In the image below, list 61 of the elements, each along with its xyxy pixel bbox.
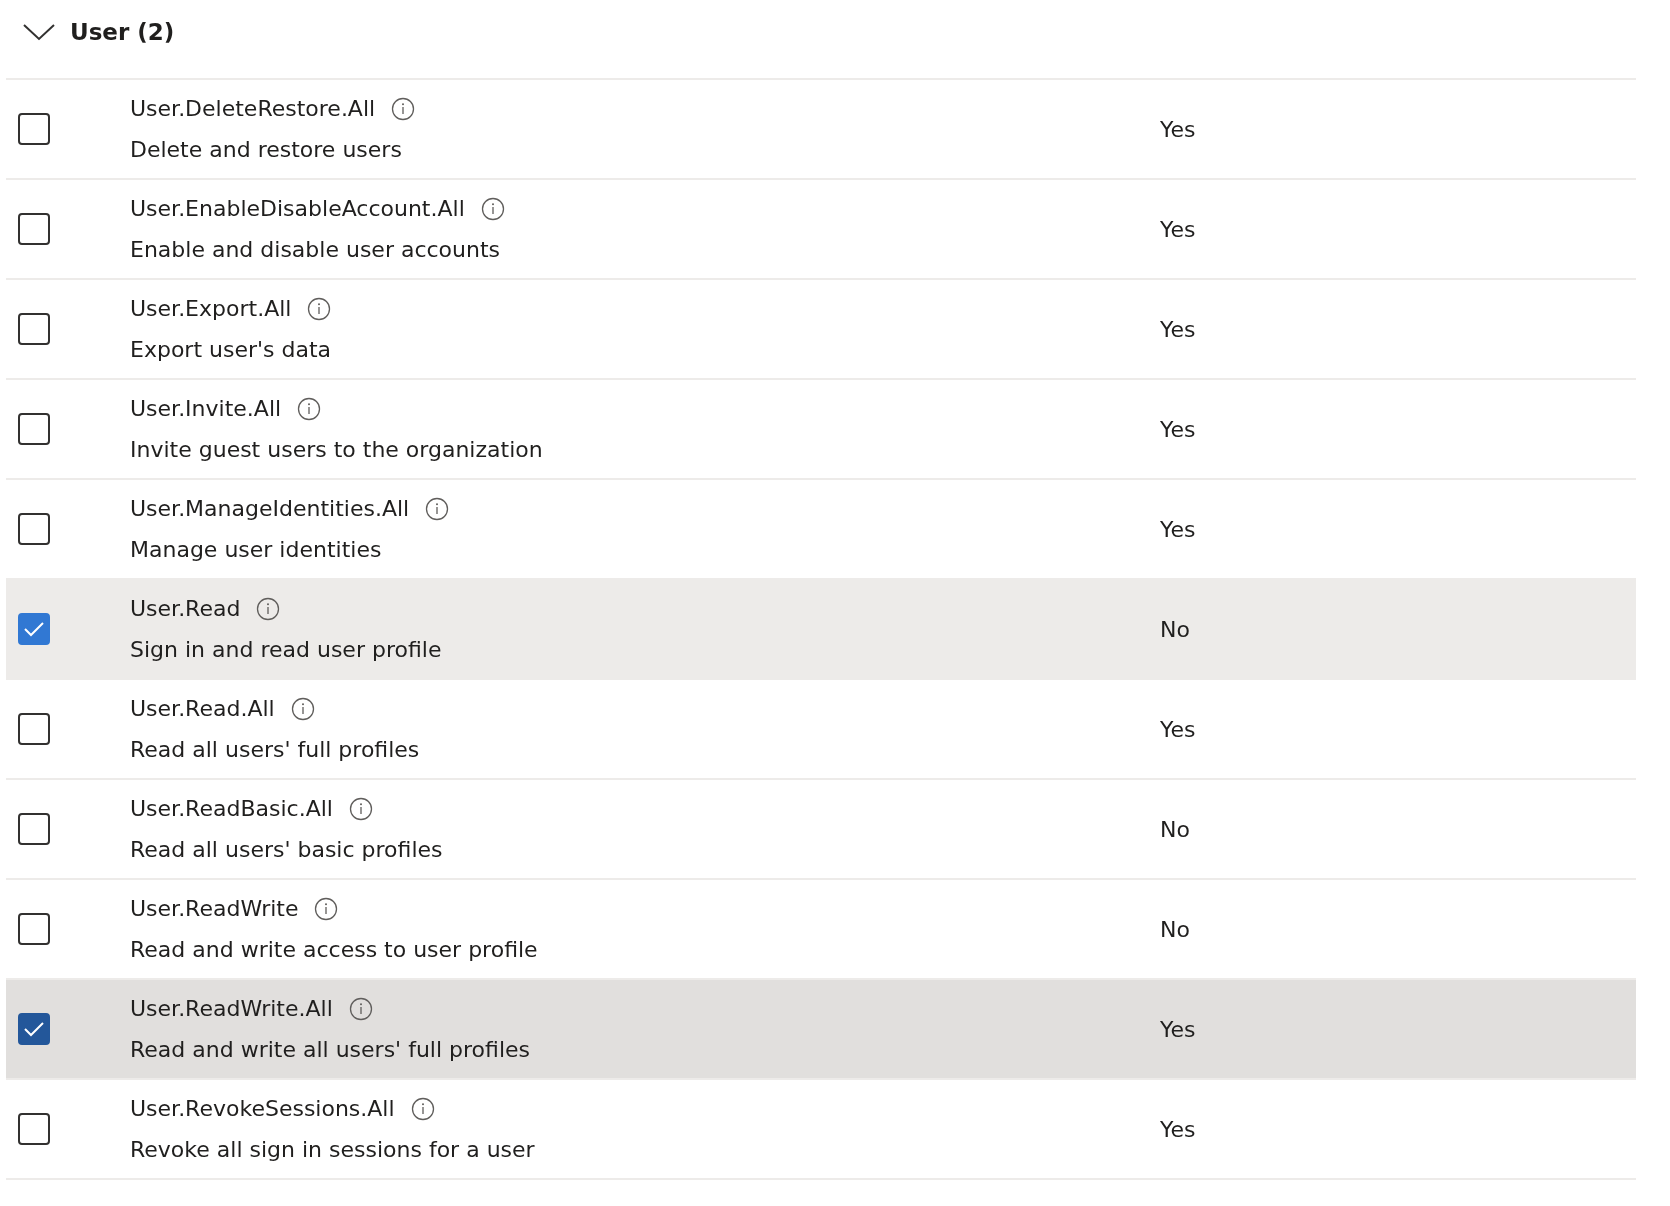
permission-description: Read all users' full profiles bbox=[130, 737, 421, 762]
admin-consent-value: Yes bbox=[1160, 116, 1196, 142]
info-icon[interactable] bbox=[391, 96, 416, 121]
permission-row[interactable]: User.Read Sign in and read user profile No bbox=[6, 580, 1636, 680]
permission-description: Delete and restore users bbox=[130, 137, 403, 162]
permission-name: User.Invite.All bbox=[130, 396, 282, 421]
admin-consent-value: Yes bbox=[1160, 216, 1196, 242]
permission-description: Enable and disable user accounts bbox=[130, 237, 502, 262]
checkbox[interactable] bbox=[18, 813, 50, 845]
permission-description: Export user's data bbox=[130, 337, 333, 362]
info-icon[interactable] bbox=[307, 296, 332, 321]
checkbox[interactable] bbox=[18, 1113, 50, 1145]
permission-description: Read all users' basic profiles bbox=[130, 837, 444, 862]
permission-description: Manage user identities bbox=[130, 537, 383, 562]
info-icon[interactable] bbox=[314, 896, 339, 921]
info-icon[interactable] bbox=[348, 996, 373, 1021]
permission-name: User.ReadWrite bbox=[130, 896, 299, 921]
info-icon[interactable] bbox=[297, 396, 322, 421]
checkbox[interactable] bbox=[18, 913, 50, 945]
admin-consent-value: Yes bbox=[1160, 716, 1196, 742]
info-icon[interactable] bbox=[256, 596, 281, 621]
permission-description: Invite guest users to the organization bbox=[130, 437, 544, 462]
permission-name: User.EnableDisableAccount.All bbox=[130, 196, 465, 221]
admin-consent-value: Yes bbox=[1160, 516, 1196, 542]
group-title: User (2) bbox=[70, 19, 175, 45]
permission-description: Read and write access to user profile bbox=[130, 937, 539, 962]
admin-consent-value: No bbox=[1160, 816, 1190, 842]
admin-consent-value: No bbox=[1160, 916, 1190, 942]
info-icon[interactable] bbox=[410, 1096, 435, 1121]
checkbox[interactable] bbox=[18, 613, 50, 645]
permission-name: User.ReadWrite.All bbox=[130, 996, 333, 1021]
checkbox[interactable] bbox=[18, 713, 50, 745]
info-icon[interactable] bbox=[290, 696, 315, 721]
info-icon[interactable] bbox=[425, 496, 450, 521]
checkbox[interactable] bbox=[18, 213, 50, 245]
permission-name: User.ReadBasic.All bbox=[130, 796, 333, 821]
permission-name: User.RevokeSessions.All bbox=[130, 1096, 395, 1121]
checkmark-icon bbox=[23, 1021, 45, 1037]
permission-row[interactable]: User.ReadWrite.All Read and write all users' full profiles Yes bbox=[6, 980, 1636, 1080]
permission-name: User.ManageIdentities.All bbox=[130, 496, 410, 521]
permission-description: Sign in and read user profile bbox=[130, 637, 443, 662]
admin-consent-value: Yes bbox=[1160, 1016, 1196, 1042]
permission-name: User.Export.All bbox=[130, 296, 292, 321]
permission-description: Revoke all sign in sessions for a user bbox=[130, 1137, 536, 1162]
permission-name: User.DeleteRestore.All bbox=[130, 96, 376, 121]
checkmark-icon bbox=[23, 621, 45, 637]
info-icon[interactable] bbox=[348, 796, 373, 821]
admin-consent-value: Yes bbox=[1160, 416, 1196, 442]
checkbox[interactable] bbox=[18, 513, 50, 545]
admin-consent-value: Yes bbox=[1160, 1116, 1196, 1142]
chevron-icon[interactable] bbox=[22, 22, 56, 42]
checkbox[interactable] bbox=[18, 413, 50, 445]
checkbox[interactable] bbox=[18, 1013, 50, 1045]
info-icon[interactable] bbox=[480, 196, 505, 221]
permission-description: Read and write all users' full profiles bbox=[130, 1037, 531, 1062]
permission-name: User.Read bbox=[130, 596, 241, 621]
admin-consent-value: No bbox=[1160, 616, 1190, 642]
checkbox[interactable] bbox=[18, 113, 50, 145]
admin-consent-value: Yes bbox=[1160, 316, 1196, 342]
checkbox[interactable] bbox=[18, 313, 50, 345]
permission-name: User.Read.All bbox=[130, 696, 275, 721]
